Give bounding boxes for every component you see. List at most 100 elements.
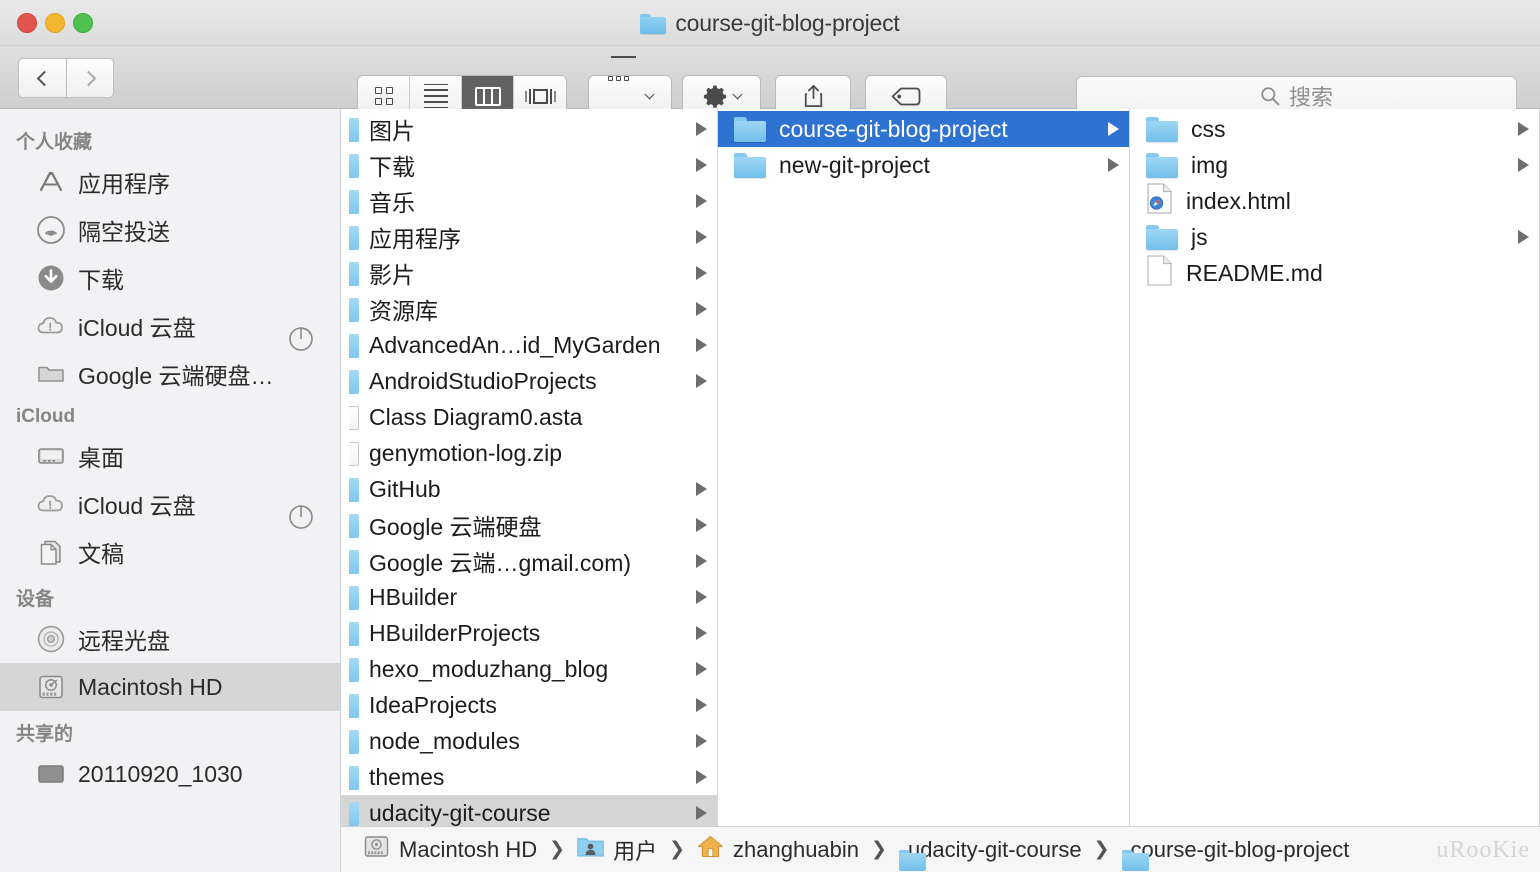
file-row[interactable]: IdeaProjects: [341, 687, 717, 723]
file-row[interactable]: 应用程序: [341, 219, 717, 255]
disclosure-triangle-icon[interactable]: [696, 482, 707, 496]
path-segment[interactable]: udacity-git-course: [899, 837, 1082, 863]
file-row[interactable]: Google 云端硬盘: [341, 507, 717, 543]
disclosure-triangle-icon[interactable]: [696, 590, 707, 604]
disclosure-triangle-icon[interactable]: [696, 518, 707, 532]
file-row[interactable]: AdvancedAn…id_MyGarden: [341, 327, 717, 363]
folder-icon: [734, 152, 766, 178]
folder-icon: [349, 152, 359, 178]
file-row[interactable]: hexo_moduzhang_blog: [341, 651, 717, 687]
sidebar-item-[interactable]: 应用程序: [0, 158, 340, 206]
folder-icon: [349, 188, 359, 214]
file-name: Google 云端硬盘: [369, 514, 542, 540]
file-row[interactable]: new-git-project: [718, 147, 1129, 183]
file-row[interactable]: 图片: [341, 111, 717, 147]
sidebar-item-[interactable]: 隔空投送: [0, 206, 340, 254]
file-row[interactable]: 影片: [341, 255, 717, 291]
folder-icon: [349, 620, 359, 646]
disclosure-triangle-icon[interactable]: [696, 770, 707, 784]
file-name: 下载: [369, 154, 415, 180]
path-segment[interactable]: 用户: [577, 833, 657, 866]
file-row[interactable]: course-git-blog-project: [718, 111, 1129, 147]
file-row[interactable]: Google 云端…gmail.com): [341, 543, 717, 579]
file-name: 图片: [369, 118, 415, 144]
file-row[interactable]: css: [1130, 111, 1539, 147]
disclosure-triangle-icon[interactable]: [696, 374, 707, 388]
sidebar-item-icloud[interactable]: iCloud 云盘: [0, 302, 340, 351]
sidebar-item-google[interactable]: Google 云端硬盘…: [0, 350, 340, 398]
sidebar-item-[interactable]: 远程光盘: [0, 615, 340, 663]
path-separator-icon: ❯: [871, 839, 887, 860]
sidebar-item-label: 应用程序: [78, 171, 170, 197]
file-name: AndroidStudioProjects: [369, 367, 597, 394]
disclosure-triangle-icon[interactable]: [696, 806, 707, 820]
file-row[interactable]: README.md: [1130, 254, 1539, 291]
sidebar-item-label: iCloud 云盘: [78, 493, 196, 519]
file-row[interactable]: genymotion-log.zip: [341, 435, 717, 471]
disclosure-triangle-icon[interactable]: [1518, 122, 1529, 136]
disclosure-triangle-icon[interactable]: [696, 122, 707, 136]
disclosure-triangle-icon[interactable]: [1108, 122, 1119, 136]
disclosure-triangle-icon[interactable]: [1108, 158, 1119, 172]
users-folder-icon: [577, 833, 604, 866]
file-row[interactable]: 音乐: [341, 183, 717, 219]
sidebar-item-label: 桌面: [78, 445, 124, 471]
disclosure-triangle-icon[interactable]: [696, 194, 707, 208]
folder-icon: [349, 692, 359, 718]
folder-icon: [734, 116, 766, 142]
disclosure-triangle-icon[interactable]: [696, 266, 707, 280]
folder-icon: [349, 512, 359, 538]
file-row[interactable]: HBuilder: [341, 579, 717, 615]
file-row[interactable]: 下载: [341, 147, 717, 183]
tag-icon: [891, 87, 921, 105]
sidebar-item-[interactable]: 文稿: [0, 528, 340, 576]
file-row[interactable]: GitHub: [341, 471, 717, 507]
sidebar-section-header: 共享的: [16, 724, 74, 745]
forward-button[interactable]: [66, 58, 114, 98]
sidebar-item-[interactable]: 桌面: [0, 432, 340, 480]
path-segment[interactable]: course-git-blog-project: [1122, 837, 1350, 863]
disclosure-triangle-icon[interactable]: [696, 626, 707, 640]
file-name: js: [1191, 223, 1208, 250]
sidebar-item-macintosh-hd[interactable]: Macintosh HD: [0, 663, 340, 711]
disclosure-triangle-icon[interactable]: [696, 554, 707, 568]
disclosure-triangle-icon[interactable]: [696, 698, 707, 712]
folder-icon: [349, 656, 359, 682]
disclosure-triangle-icon[interactable]: [1518, 158, 1529, 172]
folder-icon: [349, 584, 359, 610]
back-button[interactable]: [18, 58, 66, 98]
file-name: 音乐: [369, 190, 415, 216]
folder-icon: [349, 332, 359, 358]
file-row[interactable]: themes: [341, 759, 717, 795]
path-segment[interactable]: Macintosh HD: [363, 833, 537, 866]
disclosure-triangle-icon[interactable]: [696, 158, 707, 172]
sidebar-item-[interactable]: 下载: [0, 254, 340, 302]
file-row[interactable]: AndroidStudioProjects: [341, 363, 717, 399]
disclosure-triangle-icon[interactable]: [696, 230, 707, 244]
path-segment[interactable]: zhanghuabin: [697, 833, 859, 866]
disclosure-triangle-icon[interactable]: [1518, 230, 1529, 244]
file-row[interactable]: img: [1130, 147, 1539, 183]
file-row[interactable]: js: [1130, 219, 1539, 255]
sidebar-item-label: 文稿: [78, 541, 124, 567]
file-row[interactable]: index.html: [1130, 182, 1539, 219]
file-name: css: [1191, 115, 1226, 142]
file-name: README.md: [1186, 259, 1323, 286]
disclosure-triangle-icon[interactable]: [696, 338, 707, 352]
file-row[interactable]: 资源库: [341, 291, 717, 327]
folder-icon: [349, 260, 359, 286]
disclosure-triangle-icon[interactable]: [696, 734, 707, 748]
sidebar-item-icloud[interactable]: iCloud 云盘: [0, 480, 340, 529]
folder-icon: [349, 548, 359, 574]
disclosure-triangle-icon[interactable]: [696, 302, 707, 316]
file-row[interactable]: Class Diagram0.asta: [341, 399, 717, 435]
sidebar-item-label: Google 云端硬盘…: [78, 363, 274, 389]
finder-window: course-git-blog-project 搜索 个人收藏 应用程序 隔空投…: [0, 0, 1540, 872]
file-row[interactable]: node_modules: [341, 723, 717, 759]
file-name: Google 云端…gmail.com): [369, 550, 632, 576]
window-body: 个人收藏 应用程序 隔空投送 下载 iCloud 云盘 Google 云端硬盘… iClou…: [0, 109, 1540, 872]
file-row[interactable]: HBuilderProjects: [341, 615, 717, 651]
sidebar-item-20110920-1030[interactable]: 20110920_1030: [0, 750, 340, 798]
applications-icon: [36, 167, 66, 197]
disclosure-triangle-icon[interactable]: [696, 662, 707, 676]
